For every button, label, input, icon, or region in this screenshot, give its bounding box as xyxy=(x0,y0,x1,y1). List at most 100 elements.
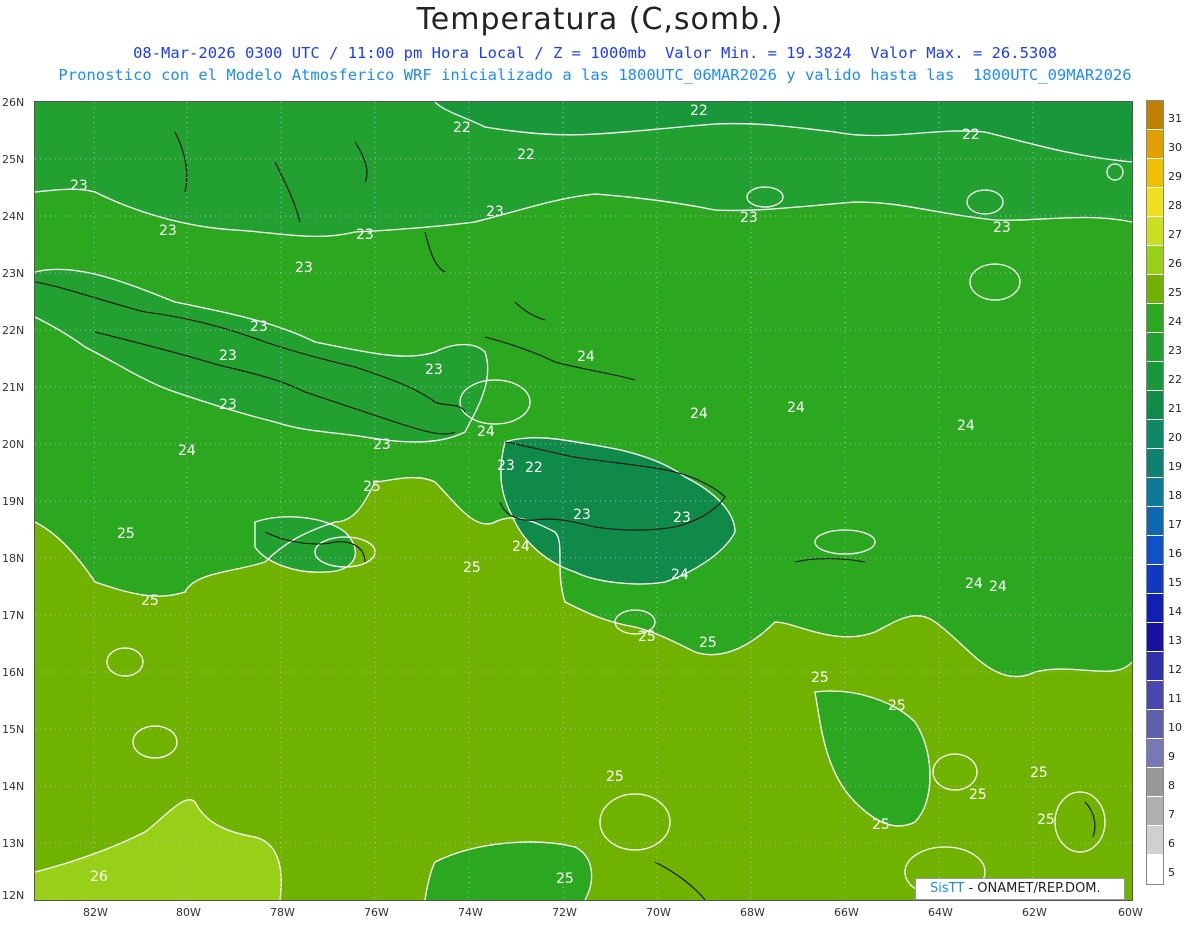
contour-label: 22 xyxy=(690,103,708,119)
map-title: Temperatura (C,somb.) xyxy=(416,2,784,37)
colorbar-label: 23 xyxy=(1168,344,1182,357)
colorbar-swatch xyxy=(1147,739,1163,768)
colorbar-label: 19 xyxy=(1168,460,1182,473)
colorbar-swatch xyxy=(1147,188,1163,217)
colorbar-label: 5 xyxy=(1168,866,1175,879)
lon-label: 80W xyxy=(176,906,201,919)
lat-label: 16N xyxy=(2,666,25,679)
contour-label: 23 xyxy=(425,362,443,378)
lat-label: 25N xyxy=(2,153,25,166)
colorbar-swatch xyxy=(1147,275,1163,304)
colorbar xyxy=(1146,100,1164,885)
colorbar-label: 16 xyxy=(1168,547,1182,560)
contour-label: 23 xyxy=(250,319,268,335)
lat-label: 15N xyxy=(2,723,25,736)
colorbar-swatch xyxy=(1147,159,1163,188)
contour-label: 25 xyxy=(1037,812,1055,828)
contour-label: 25 xyxy=(556,871,574,887)
contour-label: 23 xyxy=(573,507,591,523)
colorbar-label: 9 xyxy=(1168,750,1175,763)
contour-label: 24 xyxy=(477,424,495,440)
contour-label: 24 xyxy=(957,418,975,434)
lon-label: 82W xyxy=(83,906,108,919)
temperature-field: 22 22 22 22 23 23 23 23 23 23 23 23 23 2… xyxy=(35,102,1132,900)
colorbar-label: 14 xyxy=(1168,605,1182,618)
colorbar-label: 22 xyxy=(1168,373,1182,386)
colorbar-swatch xyxy=(1147,826,1163,855)
contour-label: 23 xyxy=(497,458,515,474)
contour-label: 22 xyxy=(517,147,535,163)
colorbar-swatch xyxy=(1147,652,1163,681)
colorbar-swatch xyxy=(1147,768,1163,797)
map-subtitle-time: 08-Mar-2026 0300 UTC / 11:00 pm Hora Loc… xyxy=(133,44,1057,62)
contour-label: 25 xyxy=(141,593,159,609)
colorbar-swatch xyxy=(1147,362,1163,391)
lat-label: 24N xyxy=(2,210,25,223)
contour-label: 25 xyxy=(699,635,717,651)
contour-label: 25 xyxy=(969,787,987,803)
contour-label: 23 xyxy=(159,223,177,239)
contour-label: 23 xyxy=(740,210,758,226)
lat-label: 19N xyxy=(2,495,25,508)
lon-label: 72W xyxy=(552,906,577,919)
colorbar-label: 25 xyxy=(1168,286,1182,299)
colorbar-swatch xyxy=(1147,449,1163,478)
colorbar-swatch xyxy=(1147,710,1163,739)
colorbar-swatch xyxy=(1147,594,1163,623)
credit-text: - ONAMET/REP.DOM. xyxy=(968,881,1101,896)
colorbar-label: 6 xyxy=(1168,837,1175,850)
colorbar-swatch xyxy=(1147,101,1163,130)
map-subtitle-model: Pronostico con el Modelo Atmosferico WRF… xyxy=(58,66,1132,84)
lat-label: 26N xyxy=(2,96,25,109)
lon-label: 64W xyxy=(928,906,953,919)
colorbar-label: 20 xyxy=(1168,431,1182,444)
contour-label: 22 xyxy=(962,127,980,143)
contour-label: 23 xyxy=(219,397,237,413)
lon-label: 76W xyxy=(364,906,389,919)
colorbar-swatch xyxy=(1147,855,1163,884)
colorbar-label: 7 xyxy=(1168,808,1175,821)
contour-label: 23 xyxy=(295,260,313,276)
colorbar-swatch xyxy=(1147,333,1163,362)
contour-label: 25 xyxy=(888,698,906,714)
colorbar-label: 30 xyxy=(1168,141,1182,154)
colorbar-swatch xyxy=(1147,217,1163,246)
colorbar-swatch xyxy=(1147,420,1163,449)
lon-label: 66W xyxy=(834,906,859,919)
contour-label: 25 xyxy=(811,670,829,686)
contour-label: 24 xyxy=(178,443,196,459)
lat-label: 20N xyxy=(2,438,25,451)
contour-label: 25 xyxy=(1030,765,1048,781)
colorbar-swatch xyxy=(1147,681,1163,710)
contour-label: 24 xyxy=(787,400,805,416)
credit-box: SisTT - ONAMET/REP.DOM. xyxy=(915,878,1125,900)
contour-label: 25 xyxy=(363,479,381,495)
contour-label: 24 xyxy=(965,576,983,592)
contour-label: 23 xyxy=(219,348,237,364)
contour-label: 25 xyxy=(117,526,135,542)
colorbar-label: 31 xyxy=(1168,112,1182,125)
colorbar-swatch xyxy=(1147,507,1163,536)
colorbar-swatch xyxy=(1147,478,1163,507)
lat-label: 13N xyxy=(2,837,25,850)
lon-label: 62W xyxy=(1022,906,1047,919)
temperature-map: 22 22 22 22 23 23 23 23 23 23 23 23 23 2… xyxy=(35,102,1132,900)
colorbar-swatch xyxy=(1147,246,1163,275)
colorbar-label: 10 xyxy=(1168,721,1182,734)
contour-label: 24 xyxy=(512,539,530,555)
contour-label: 25 xyxy=(463,560,481,576)
contour-label: 23 xyxy=(486,204,504,220)
sispi-logo: SisTT xyxy=(930,881,965,896)
contour-label: 23 xyxy=(70,178,88,194)
colorbar-swatch xyxy=(1147,304,1163,333)
contour-label: 25 xyxy=(638,629,656,645)
contour-label: 24 xyxy=(671,567,689,583)
contour-label: 23 xyxy=(993,220,1011,236)
colorbar-label: 26 xyxy=(1168,257,1182,270)
colorbar-swatch xyxy=(1147,130,1163,159)
colorbar-swatch xyxy=(1147,797,1163,826)
lat-label: 22N xyxy=(2,324,25,337)
lon-label: 68W xyxy=(740,906,765,919)
colorbar-swatch xyxy=(1147,391,1163,420)
colorbar-label: 28 xyxy=(1168,199,1182,212)
